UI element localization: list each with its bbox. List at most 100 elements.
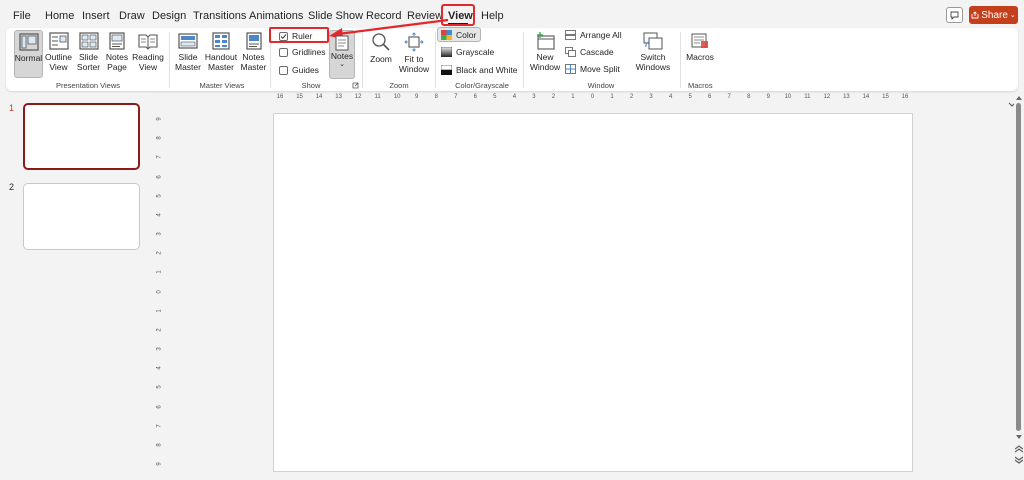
- ruler-tick-label: 16: [901, 94, 909, 100]
- tab-transitions[interactable]: Transitions: [193, 10, 246, 22]
- outline-view-label-2: View: [49, 62, 68, 72]
- reading-view-button[interactable]: Reading View: [131, 30, 165, 78]
- normal-view-button[interactable]: Normal: [14, 30, 43, 78]
- ruler-tick-label: 9: [156, 117, 163, 121]
- grayscale-button[interactable]: Grayscale: [441, 47, 494, 57]
- slide-sorter-label-1: Slide: [79, 52, 98, 62]
- share-button[interactable]: Share ⌄: [969, 6, 1018, 24]
- ruler-tick-label: 3: [156, 347, 163, 351]
- scroll-up-icon[interactable]: [1016, 95, 1022, 100]
- slide-canvas[interactable]: [273, 113, 913, 472]
- ruler-tick-label: 2: [156, 328, 163, 332]
- slide-sorter-button[interactable]: Slide Sorter: [74, 30, 103, 78]
- switch-windows-button[interactable]: Switch Windows: [634, 30, 672, 78]
- dialog-launcher-icon[interactable]: [352, 82, 359, 89]
- tab-file[interactable]: File: [13, 10, 31, 22]
- ruler-tick-label: 2: [156, 251, 163, 255]
- group-separator: [169, 32, 170, 88]
- color-swatch-icon: [441, 30, 452, 40]
- reading-view-icon: [138, 34, 158, 50]
- switch-windows-label-2: Windows: [635, 62, 671, 72]
- notes-label: Notes: [330, 51, 354, 61]
- ruler-tick-label: 8: [156, 443, 163, 447]
- black-and-white-button[interactable]: Black and White: [441, 65, 517, 75]
- ruler-tick-label: 7: [727, 94, 731, 100]
- notes-page-button[interactable]: Notes Page: [104, 30, 130, 78]
- ruler-tick-label: 6: [708, 94, 712, 100]
- outline-view-button[interactable]: Outline View: [44, 30, 73, 78]
- switch-windows-icon: [643, 32, 663, 50]
- comment-icon: [950, 11, 959, 20]
- ruler-tick-label: 4: [512, 94, 517, 100]
- tab-design[interactable]: Design: [152, 10, 186, 22]
- previous-slide-icon[interactable]: [1015, 445, 1023, 453]
- guides-checkbox[interactable]: Guides: [279, 65, 319, 75]
- ruler-tick-label: 7: [156, 155, 163, 159]
- scroll-down-icon[interactable]: [1016, 435, 1022, 440]
- fit-to-window-label-2: Window: [398, 64, 430, 74]
- ruler-tick-label: 6: [156, 174, 163, 179]
- slide-sorter-label-2: Sorter: [76, 62, 101, 72]
- new-window-button[interactable]: New Window: [528, 30, 562, 78]
- gridlines-check[interactable]: [279, 47, 288, 57]
- comments-button[interactable]: [946, 7, 963, 23]
- ruler-tick-label: 2: [629, 94, 634, 100]
- guides-check[interactable]: [279, 65, 288, 75]
- guides-label: Guides: [292, 65, 319, 75]
- ruler-tick-label: 13: [335, 94, 342, 100]
- ruler-tick-label: 7: [454, 94, 458, 100]
- cascade-button[interactable]: Cascade: [565, 47, 614, 57]
- fit-to-window-icon: [404, 32, 424, 52]
- scrollbar-thumb[interactable]: [1016, 103, 1021, 431]
- new-window-icon: [537, 32, 555, 50]
- slide-master-button[interactable]: Slide Master: [174, 30, 202, 78]
- outline-view-icon: [48, 32, 69, 50]
- slide-number: 2: [9, 182, 15, 192]
- vertical-ruler[interactable]: 9 8 7 6 5 4 3 2 1 0 1 2 3 4 5 6 7 8 9: [157, 113, 166, 470]
- ruler-tick-label: 8: [434, 94, 438, 100]
- ruler-tick-label: 1: [156, 270, 163, 274]
- zoom-button[interactable]: Zoom: [366, 30, 396, 78]
- tab-animations[interactable]: Animations: [249, 10, 303, 22]
- ruler-tick-label: 15: [882, 94, 889, 100]
- ruler-tick-label: 3: [156, 232, 163, 236]
- notes-page-label-1: Notes: [105, 52, 129, 62]
- slide-thumbnail-2[interactable]: [23, 183, 140, 250]
- ruler-tick-label: 1: [571, 94, 575, 100]
- tab-record[interactable]: Record: [366, 10, 401, 22]
- slide-thumbnail-1[interactable]: [23, 103, 140, 170]
- handout-master-button[interactable]: Handout Master: [204, 30, 238, 78]
- group-label-presentation-views: Presentation Views: [55, 81, 121, 90]
- tab-insert[interactable]: Insert: [82, 10, 110, 22]
- ruler-tick-label: 9: [156, 462, 163, 466]
- ruler-tick-label: 5: [493, 94, 497, 100]
- macros-label: Macros: [686, 52, 714, 62]
- tab-draw[interactable]: Draw: [119, 10, 145, 22]
- ruler-tick-label: 14: [862, 94, 870, 100]
- tab-home[interactable]: Home: [45, 10, 74, 22]
- normal-view-icon: [18, 33, 39, 51]
- notes-master-button[interactable]: Notes Master: [240, 30, 267, 78]
- tab-slide-show[interactable]: Slide Show: [308, 10, 363, 22]
- macros-button[interactable]: Macros: [684, 30, 716, 78]
- group-separator: [523, 32, 524, 88]
- vertical-scrollbar[interactable]: [1014, 93, 1024, 480]
- gridlines-checkbox[interactable]: Gridlines: [279, 47, 326, 57]
- ruler-tick-label: 2: [551, 94, 556, 100]
- arrange-all-button[interactable]: Arrange All: [565, 30, 622, 40]
- ruler-tick-label: 12: [354, 94, 362, 100]
- horizontal-ruler[interactable]: 16 15 14 13 12 11 10 9 8 7 6 5 4 3 2 1 0 1 2 3 4 5 6 7 8 9 10 11 12 1…: [272, 94, 913, 104]
- fit-to-window-button[interactable]: Fit to Window: [396, 30, 432, 78]
- tab-help[interactable]: Help: [481, 10, 504, 22]
- slide-master-label-1: Slide: [178, 52, 198, 62]
- move-split-button[interactable]: Move Split: [565, 64, 620, 74]
- next-slide-icon[interactable]: [1015, 456, 1023, 464]
- handout-master-label-2: Master: [208, 62, 234, 72]
- group-label-macros: Macros: [688, 81, 713, 90]
- ruler-tick-label: 8: [747, 94, 751, 100]
- ruler-tick-label: 15: [296, 94, 303, 100]
- tab-review[interactable]: Review: [407, 10, 443, 22]
- ruler-tick-label: 8: [156, 136, 163, 140]
- grayscale-label: Grayscale: [456, 47, 495, 57]
- group-label-show: Show: [301, 81, 321, 90]
